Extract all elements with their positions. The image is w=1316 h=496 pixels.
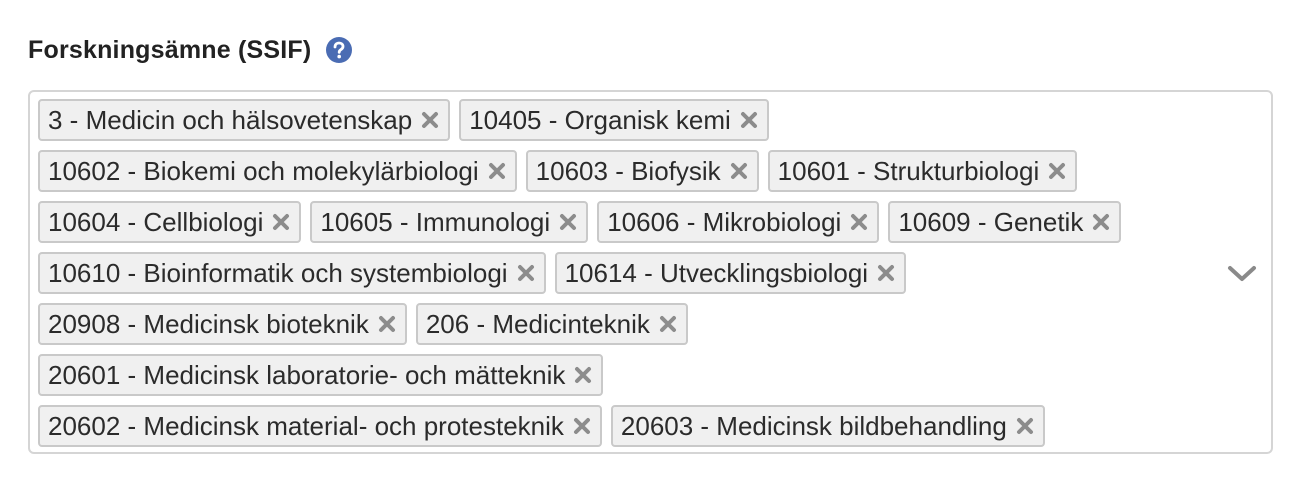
close-x-icon[interactable] — [1013, 414, 1037, 438]
chip-row: 20602 - Medicinsk material- och proteste… — [38, 405, 1208, 447]
selected-chip: 20603 - Medicinsk bildbehandling — [610, 405, 1045, 447]
close-x-icon[interactable] — [656, 312, 680, 336]
close-x-icon[interactable] — [514, 261, 538, 285]
chip-label: 10603 - Biofysik — [535, 156, 721, 186]
field-label: Forskningsämne (SSIF) — [28, 35, 312, 64]
chip-label: 10606 - Mikrobiologi — [607, 207, 842, 237]
chip-label: 20602 - Medicinsk material- och proteste… — [48, 411, 564, 441]
close-x-icon[interactable] — [571, 363, 595, 387]
chip-label: 20601 - Medicinsk laboratorie- och mätte… — [48, 360, 566, 390]
chip-row: 10610 - Bioinformatik och systembiologi 1… — [38, 252, 1208, 294]
close-x-icon[interactable] — [727, 159, 751, 183]
chip-label: 10614 - Utvecklingsbiologi — [564, 258, 869, 288]
chip-label: 10602 - Biokemi och molekylärbiologi — [48, 156, 479, 186]
research-subject-field: Forskningsämne (SSIF) 3 - Medicin och hä… — [28, 28, 1277, 454]
selected-chip: 10609 - Genetik — [888, 201, 1122, 243]
selected-chip: 206 - Medicinteknik — [415, 303, 688, 345]
chip-label: 20908 - Medicinsk bioteknik — [48, 309, 369, 339]
chip-row: 10604 - Cellbiologi 10605 - Immunologi 106… — [38, 201, 1208, 243]
selected-chip: 3 - Medicin och hälsovetenskap — [38, 99, 451, 141]
selected-chips: 3 - Medicin och hälsovetenskap 10405 - Or… — [38, 99, 1208, 447]
chip-label: 10609 - Genetik — [898, 207, 1084, 237]
close-x-icon[interactable] — [1089, 210, 1113, 234]
close-x-icon[interactable] — [418, 108, 442, 132]
close-x-icon[interactable] — [874, 261, 898, 285]
chip-label: 20603 - Medicinsk bildbehandling — [620, 411, 1007, 441]
chip-label: 10605 - Immunologi — [320, 207, 551, 237]
chip-label: 10601 - Strukturbiologi — [777, 156, 1040, 186]
selected-chip: 10405 - Organisk kemi — [459, 99, 769, 141]
chip-row: 3 - Medicin och hälsovetenskap 10405 - Or… — [38, 99, 1208, 141]
chip-row: 20601 - Medicinsk laboratorie- och mätte… — [38, 354, 1208, 396]
close-x-icon[interactable] — [556, 210, 580, 234]
close-x-icon[interactable] — [485, 159, 509, 183]
question-circle-icon[interactable] — [325, 36, 353, 64]
selected-chip: 10610 - Bioinformatik och systembiologi — [38, 252, 546, 294]
selected-chip: 20601 - Medicinsk laboratorie- och mätte… — [38, 354, 604, 396]
close-x-icon[interactable] — [847, 210, 871, 234]
close-x-icon[interactable] — [375, 312, 399, 336]
chip-row: 10602 - Biokemi och molekylärbiologi 1060… — [38, 150, 1208, 192]
chip-row: 20908 - Medicinsk bioteknik 206 - Medicin… — [38, 303, 1208, 345]
chip-label: 10610 - Bioinformatik och systembiologi — [48, 258, 508, 288]
close-x-icon[interactable] — [269, 210, 293, 234]
selected-chip: 10606 - Mikrobiologi — [597, 201, 880, 243]
chip-label: 10405 - Organisk kemi — [469, 105, 731, 135]
selected-chip: 10602 - Biokemi och molekylärbiologi — [38, 150, 517, 192]
chip-label: 10604 - Cellbiologi — [48, 207, 264, 237]
selected-chip: 10605 - Immunologi — [310, 201, 589, 243]
selected-chip: 10601 - Strukturbiologi — [767, 150, 1078, 192]
field-label-row: Forskningsämne (SSIF) — [28, 28, 1277, 72]
selected-chip: 20908 - Medicinsk bioteknik — [38, 303, 407, 345]
close-x-icon[interactable] — [1045, 159, 1069, 183]
chip-label: 3 - Medicin och hälsovetenskap — [48, 105, 413, 135]
chevron-down-icon[interactable] — [1225, 260, 1259, 288]
selected-chip: 20602 - Medicinsk material- och proteste… — [38, 405, 602, 447]
selected-chip: 10604 - Cellbiologi — [38, 201, 302, 243]
close-x-icon[interactable] — [570, 414, 594, 438]
selected-chip: 10603 - Biofysik — [525, 150, 759, 192]
close-x-icon[interactable] — [737, 108, 761, 132]
multi-select-box[interactable]: 3 - Medicin och hälsovetenskap 10405 - Or… — [28, 90, 1273, 454]
selected-chip: 10614 - Utvecklingsbiologi — [554, 252, 907, 294]
chip-label: 206 - Medicinteknik — [425, 309, 650, 339]
